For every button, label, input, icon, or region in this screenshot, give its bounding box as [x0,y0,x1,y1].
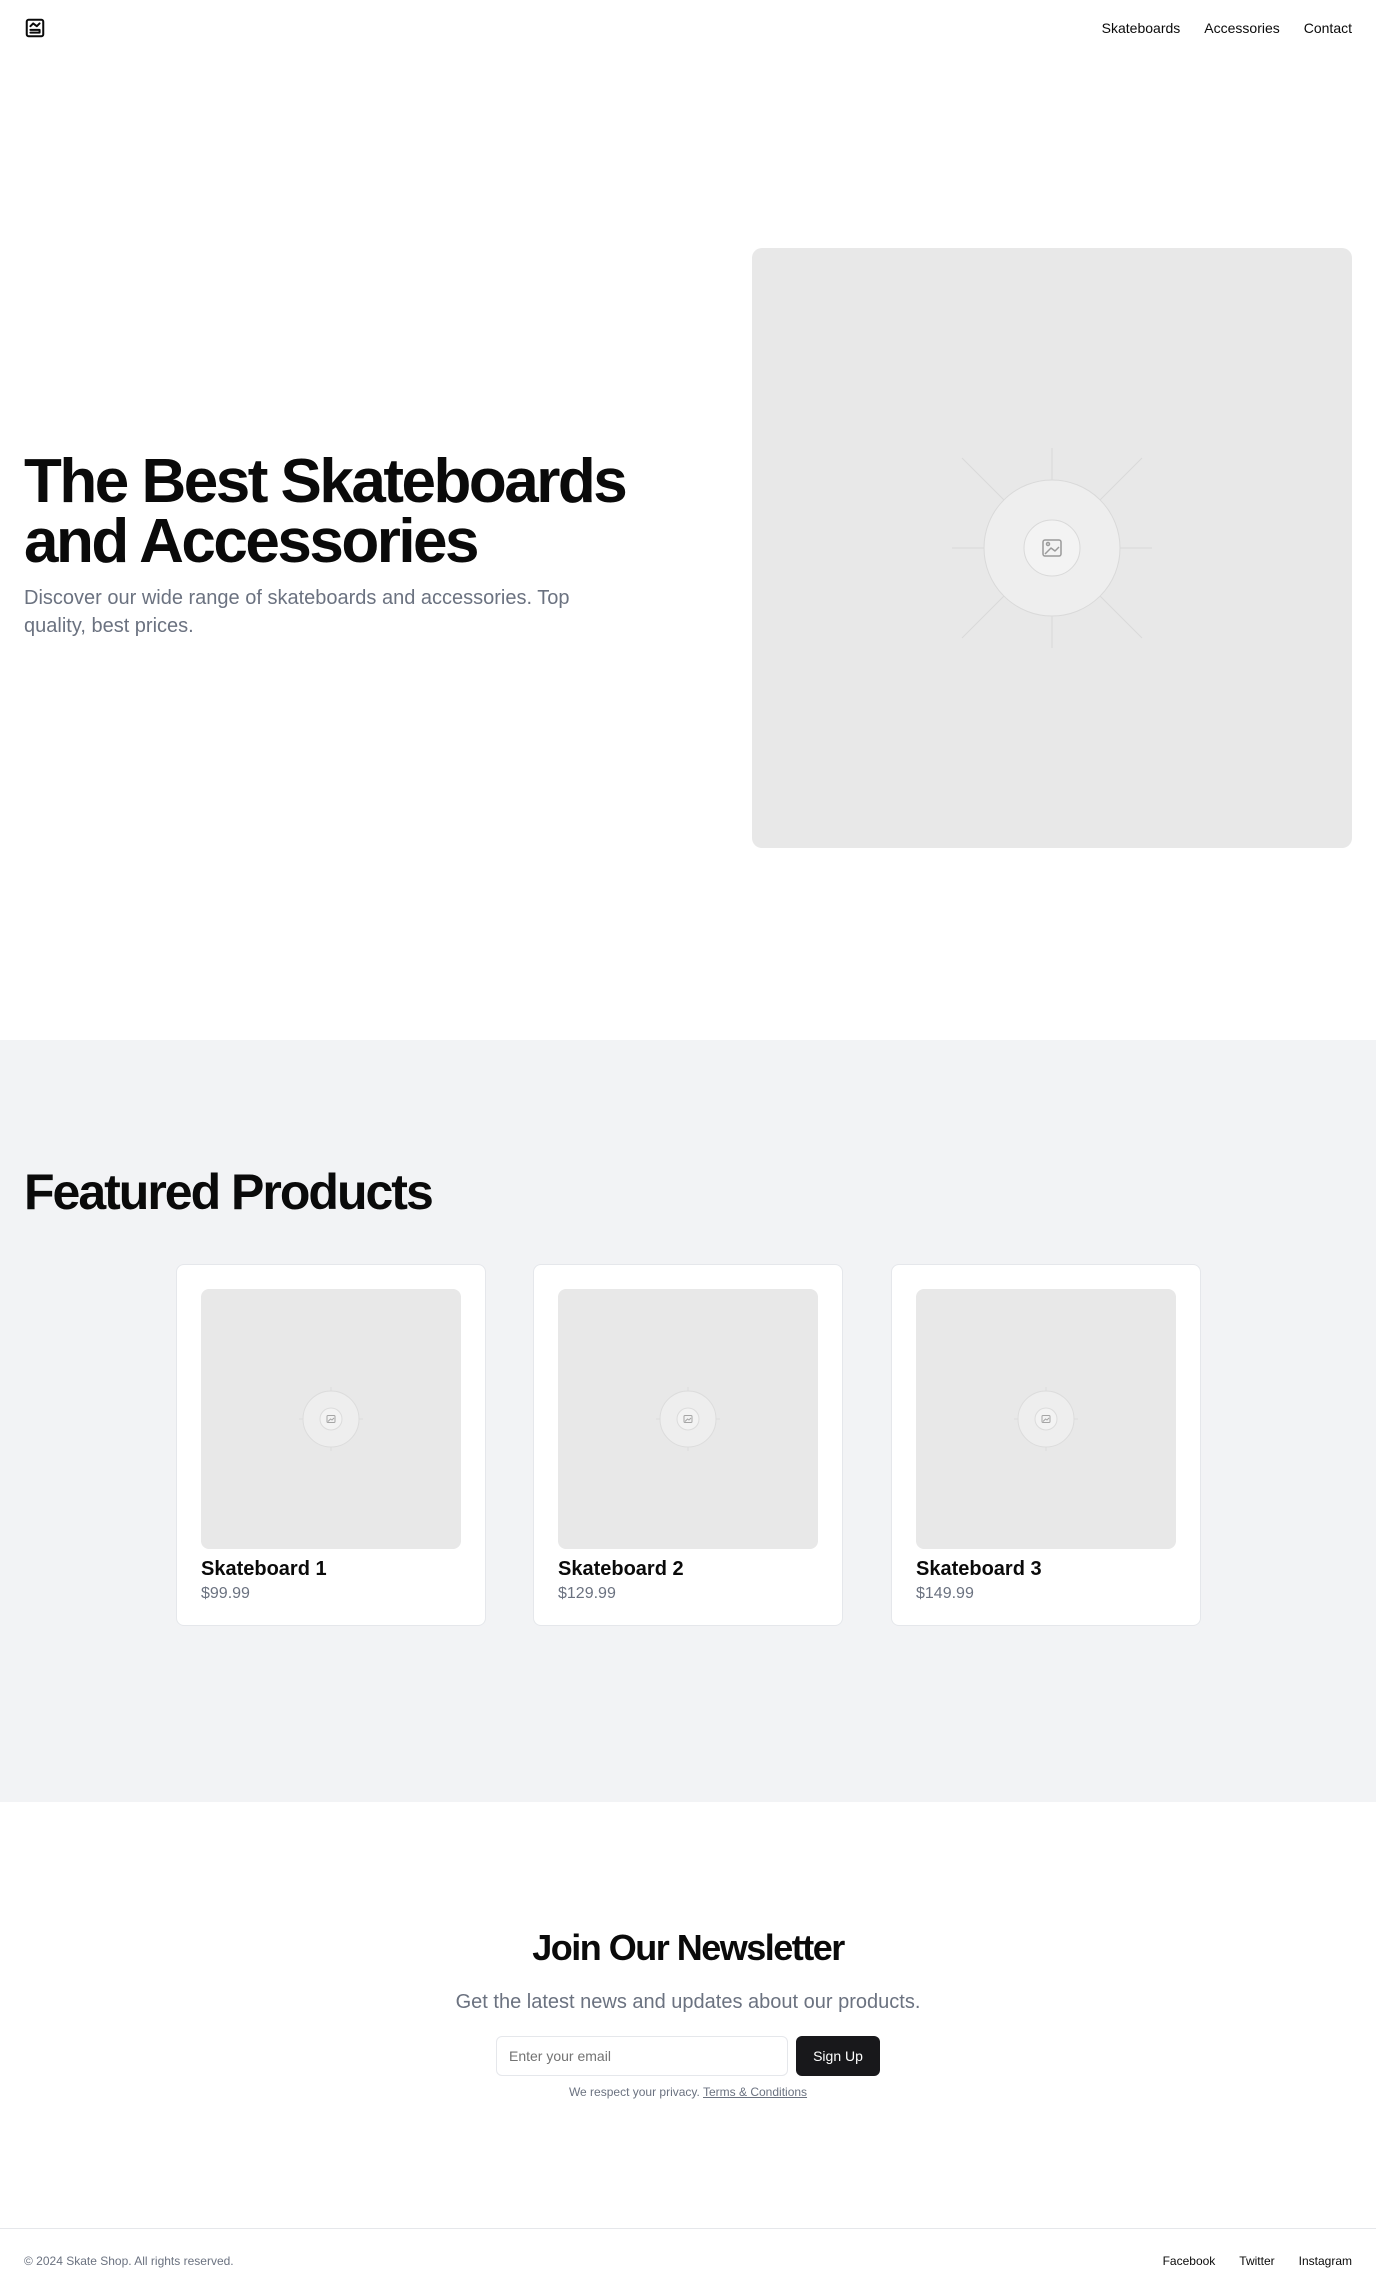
footer-link-instagram[interactable]: Instagram [1299,2254,1352,2268]
product-image [916,1289,1176,1549]
site-header: Skateboards Accessories Contact [0,0,1376,56]
image-placeholder-icon [656,1387,720,1451]
mountain-logo-icon[interactable] [24,17,46,39]
site-footer: © 2024 Skate Shop. All rights reserved. … [0,2228,1376,2292]
featured-title: Featured Products [24,1164,434,1220]
main-nav: Skateboards Accessories Contact [1102,20,1352,36]
product-name: Skateboard 3 [916,1558,1042,1580]
footer-nav: Facebook Twitter Instagram [1163,2254,1352,2268]
nav-link-skateboards[interactable]: Skateboards [1102,20,1181,36]
footer-link-facebook[interactable]: Facebook [1163,2254,1216,2268]
hero-subtitle: Discover our wide range of skateboards a… [24,587,570,637]
product-price: $99.99 [201,1585,250,1602]
product-card-3[interactable]: Skateboard 3 $149.99 [891,1264,1201,1626]
product-image [201,1289,461,1549]
hero-image [752,248,1352,848]
image-placeholder-icon [952,448,1152,648]
featured-section: Featured Products Skateboard 1 $99.99 Sk… [0,1040,1376,1802]
product-card-1[interactable]: Skateboard 1 $99.99 [176,1264,486,1626]
nav-link-contact[interactable]: Contact [1304,20,1352,36]
email-input[interactable] [496,2036,788,2076]
terms-link[interactable]: Terms & Conditions [703,2085,807,2099]
privacy-text: We respect your privacy. [568,2085,700,2099]
image-placeholder-icon [1014,1387,1078,1451]
hero-title: The Best Skateboards and Accessories [24,447,628,576]
product-name: Skateboard 1 [201,1558,327,1580]
newsletter-subtitle: Get the latest news and updates about ou… [455,1991,921,2013]
image-placeholder-icon [299,1387,363,1451]
newsletter-title: Join Our Newsletter [532,1927,845,1968]
product-card-2[interactable]: Skateboard 2 $129.99 [533,1264,843,1626]
footer-link-twitter[interactable]: Twitter [1239,2254,1274,2268]
privacy-note: We respect your privacy. Terms & Conditi… [0,2084,1376,2100]
product-price: $149.99 [916,1585,974,1602]
copyright-text: © 2024 Skate Shop. All rights reserved. [24,2253,234,2268]
product-name: Skateboard 2 [558,1558,684,1580]
product-price: $129.99 [558,1585,616,1602]
nav-link-accessories[interactable]: Accessories [1204,20,1279,36]
newsletter-form: Sign Up [496,2036,880,2076]
product-image [558,1289,818,1549]
sign-up-button[interactable]: Sign Up [796,2036,880,2076]
